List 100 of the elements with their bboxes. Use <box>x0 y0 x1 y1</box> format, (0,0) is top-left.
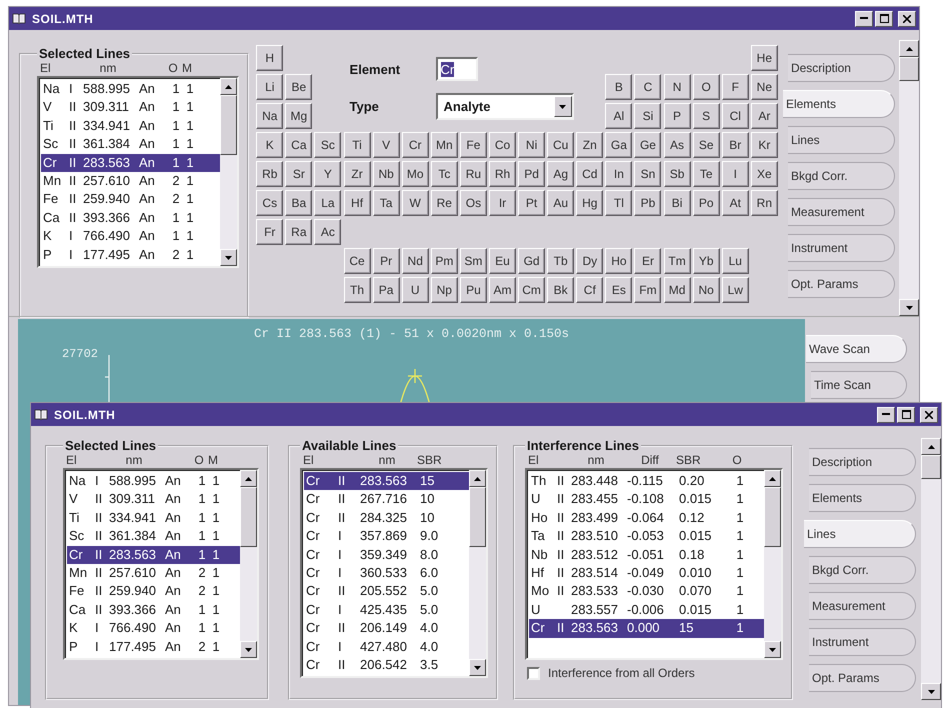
list-item[interactable]: U II 283.455 -0.108 0.015 1 <box>529 490 764 509</box>
element-button[interactable]: Cd <box>576 161 604 187</box>
element-button[interactable]: Cl <box>722 103 749 129</box>
element-button[interactable]: Nb <box>372 161 400 187</box>
element-button[interactable]: Cm <box>518 277 546 303</box>
tab[interactable]: Bkgd Corr. <box>788 162 895 190</box>
element-button[interactable]: Cu <box>547 132 574 158</box>
element-button[interactable]: Ni <box>518 132 546 158</box>
list-item[interactable]: Cr I 425.435 5.0 <box>304 600 469 620</box>
type-dropdown[interactable]: Analyte <box>436 93 574 120</box>
element-button[interactable]: Sn <box>634 161 662 187</box>
element-button[interactable]: Cf <box>576 277 604 303</box>
list-item[interactable]: Cr I 427.480 4.0 <box>304 638 469 656</box>
element-button[interactable]: Ba <box>285 190 312 216</box>
list-box[interactable]: Cr II 283.563 15 Cr II 267.716 10 Cr II 284.325 10 Cr I 357.869 9.0 Cr I 359.349 8.0 Cr I 360.533 6.0 Cr II 205.552 5.0 Cr I 425.435 5.0 Cr II 206.149 4.0 Cr I 427.480 4.0 Cr II 206.542 3.5 <box>300 468 488 678</box>
element-button[interactable]: As <box>664 132 691 158</box>
element-button[interactable]: In <box>605 161 632 187</box>
element-button[interactable]: Fe <box>460 132 487 158</box>
element-button[interactable]: Po <box>692 190 720 216</box>
tab[interactable]: Wave Scan <box>806 335 907 363</box>
element-button[interactable]: Sc <box>314 132 342 158</box>
list-item[interactable]: Sc II 361.384 An 1 1 <box>67 527 240 546</box>
element-button[interactable]: Os <box>460 190 487 216</box>
element-button[interactable]: V <box>372 132 400 158</box>
list-item[interactable]: Na I 588.995 An 1 1 <box>41 80 220 98</box>
element-button[interactable]: S <box>692 103 720 129</box>
element-button[interactable]: Ti <box>344 132 371 158</box>
list-item[interactable]: Cr II 267.716 10 <box>304 490 469 509</box>
element-button[interactable]: Te <box>692 161 720 187</box>
list-item[interactable]: K I 766.490 An 1 1 <box>41 227 220 246</box>
element-button[interactable]: Y <box>314 161 342 187</box>
list-item[interactable]: Ho II 283.499 -0.064 0.12 1 <box>529 508 764 528</box>
element-button[interactable]: Ho <box>605 248 632 274</box>
element-button[interactable]: Ne <box>750 74 778 100</box>
element-button[interactable]: Ir <box>489 190 516 216</box>
element-button[interactable]: Bi <box>664 190 691 216</box>
list-item[interactable]: Mn II 257.610 An 2 1 <box>67 564 240 582</box>
element-button[interactable]: Zn <box>576 132 604 158</box>
element-button[interactable]: Fm <box>634 277 662 303</box>
element-button[interactable]: Pd <box>518 161 546 187</box>
element-button[interactable]: H <box>256 45 284 71</box>
tab[interactable]: Description <box>788 54 895 82</box>
element-button[interactable]: Ac <box>314 219 342 245</box>
element-button[interactable]: Yb <box>692 248 720 274</box>
element-button[interactable]: Co <box>489 132 516 158</box>
element-button[interactable]: Lw <box>722 277 749 303</box>
list-item[interactable]: K I 766.490 An 1 1 <box>67 619 240 638</box>
element-button[interactable]: Es <box>605 277 632 303</box>
list-item[interactable]: Ta II 283.510 -0.053 0.015 1 <box>529 527 764 546</box>
tab[interactable]: Instrument <box>788 234 895 262</box>
element-button[interactable]: Sb <box>664 161 691 187</box>
tab[interactable]: Elements <box>809 484 916 512</box>
element-button[interactable]: Ge <box>634 132 662 158</box>
list-item[interactable]: V II 309.311 An 1 1 <box>67 490 240 509</box>
element-button[interactable]: K <box>256 132 284 158</box>
element-button[interactable]: Tb <box>547 248 574 274</box>
element-button[interactable]: C <box>634 74 662 100</box>
element-button[interactable]: Re <box>430 190 458 216</box>
element-button[interactable]: W <box>402 190 429 216</box>
element-button[interactable]: Hg <box>576 190 604 216</box>
element-button[interactable]: Rb <box>256 161 284 187</box>
element-button[interactable]: Dy <box>576 248 604 274</box>
element-button[interactable]: Pb <box>634 190 662 216</box>
element-button[interactable]: Th <box>344 277 371 303</box>
element-button[interactable]: N <box>664 74 691 100</box>
list-item[interactable]: Cr II 283.563 0.000 15 1 <box>529 619 764 638</box>
list-item[interactable]: Ca II 393.366 An 1 1 <box>67 600 240 620</box>
element-button[interactable]: Sm <box>460 248 487 274</box>
element-button[interactable]: F <box>722 74 749 100</box>
list-item[interactable]: V II 309.311 An 1 1 <box>41 98 220 117</box>
element-button[interactable]: Ga <box>605 132 632 158</box>
element-button[interactable]: La <box>314 190 342 216</box>
element-button[interactable]: Rh <box>489 161 516 187</box>
tab[interactable]: Lines <box>804 520 916 548</box>
list-item[interactable]: Cr II 206.149 4.0 <box>304 619 469 638</box>
element-button[interactable]: Na <box>256 103 284 129</box>
list-item[interactable]: P I 177.495 An 2 1 <box>41 246 220 264</box>
element-button[interactable]: Gd <box>518 248 546 274</box>
tab[interactable]: Measurement <box>788 198 895 226</box>
element-button[interactable]: Hf <box>344 190 371 216</box>
list-item[interactable]: Cr II 206.542 3.5 <box>304 656 469 674</box>
element-button[interactable]: Fr <box>256 219 284 245</box>
element-button[interactable]: U <box>402 277 429 303</box>
tab[interactable]: Time Scan <box>811 371 907 399</box>
element-button[interactable]: Pa <box>372 277 400 303</box>
tab[interactable]: Instrument <box>809 628 916 656</box>
list-item[interactable]: Cr I 359.349 8.0 <box>304 546 469 564</box>
list-item[interactable]: Fe II 259.940 An 2 1 <box>67 582 240 601</box>
tab[interactable]: Opt. Params <box>788 270 895 298</box>
element-button[interactable]: Mn <box>430 132 458 158</box>
list-item[interactable]: Cr I 357.869 9.0 <box>304 527 469 546</box>
element-button[interactable]: Sr <box>285 161 312 187</box>
list-item[interactable]: Cr II 283.563 An 1 1 <box>67 546 240 564</box>
element-button[interactable]: He <box>750 45 778 71</box>
element-button[interactable]: Cr <box>402 132 429 158</box>
element-button[interactable]: Ra <box>285 219 312 245</box>
element-button[interactable]: Np <box>430 277 458 303</box>
element-button[interactable]: Pt <box>518 190 546 216</box>
element-button[interactable]: Be <box>285 74 312 100</box>
element-button[interactable]: Ca <box>285 132 312 158</box>
